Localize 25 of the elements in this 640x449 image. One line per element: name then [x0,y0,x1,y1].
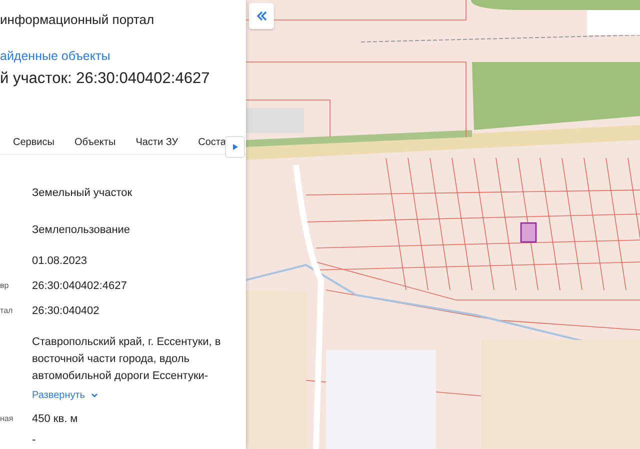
field-value: Земельный участок [32,186,134,201]
map-control-panel [587,10,640,35]
double-chevron-left-icon [256,11,266,21]
field-value: Ставропольский край, г. Ессентуки, в восточной части города, вдоль автомобильной дороги Ессентуки- [32,335,222,384]
tab[interactable]: Соста [198,137,226,148]
field-value: - [32,433,37,448]
expand-link[interactable]: Развернуть [32,390,98,401]
collapse-panel-button[interactable] [249,3,274,29]
field-value: 26:30:040402 [32,304,100,319]
chevron-down-icon [91,393,98,398]
field-value: 01.08.2023 [32,254,88,269]
found-objects-link[interactable]: айденные объекты [0,49,110,64]
field-value: 450 кв. м [32,412,79,427]
field-value: 26:30:040402:4627 [32,279,128,294]
tabs-scroll-button[interactable] [225,136,245,158]
triangle-right-icon [232,144,238,150]
portal-title: информационный портал [0,11,156,29]
tab[interactable]: Объекты [74,137,116,148]
tab[interactable]: Сервисы [13,137,54,148]
tab[interactable]: Части ЗУ [136,137,178,148]
field-label: ная [0,413,14,423]
field-label: вр [0,280,10,290]
field-value: Землепользование [32,223,132,238]
field-label: тал [0,305,14,315]
parcel-heading: й участок: 26:30:040402:4627 [0,70,211,88]
